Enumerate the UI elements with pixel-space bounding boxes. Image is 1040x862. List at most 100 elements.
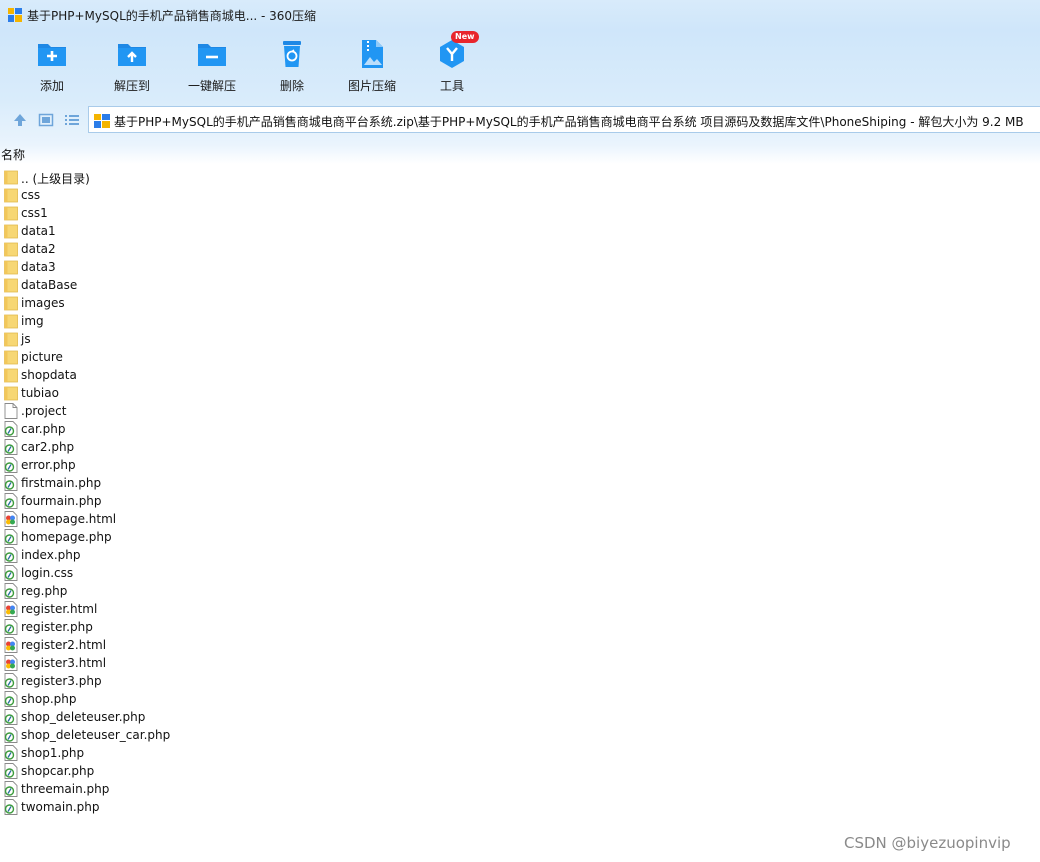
php-file-icon (4, 763, 18, 779)
file-name: css (21, 188, 41, 202)
file-row[interactable]: .project (0, 402, 1040, 420)
tools-button[interactable]: 工具 (412, 36, 492, 98)
file-row[interactable]: threemain.php (0, 780, 1040, 798)
list-view-icon[interactable] (64, 112, 80, 128)
file-name: dataBase (21, 278, 78, 292)
file-name: shopcar.php (21, 764, 95, 778)
add-folder-icon (38, 44, 66, 66)
file-row[interactable]: data1 (0, 222, 1040, 240)
file-row[interactable]: register3.html (0, 654, 1040, 672)
file-row[interactable]: img (0, 312, 1040, 330)
file-row[interactable]: reg.php (0, 582, 1040, 600)
watermark: CSDN @biyezuopinvip (844, 834, 1011, 852)
address-bar[interactable]: 基于PHP+MySQL的手机产品销售商城电商平台系统.zip\基于PHP+MyS… (88, 106, 1040, 133)
file-name: data1 (21, 224, 56, 238)
file-name: threemain.php (21, 782, 110, 796)
file-name: css1 (21, 206, 48, 220)
file-row[interactable]: css (0, 186, 1040, 204)
folder-icon (4, 241, 18, 257)
toolbar: 添加 解压到 一键解压 删除 图片压缩 工具 New (0, 31, 1040, 100)
file-name: twomain.php (21, 800, 100, 814)
delete-icon (283, 41, 301, 67)
folder-icon (4, 313, 18, 329)
file-row[interactable]: images (0, 294, 1040, 312)
archive-icon (94, 114, 110, 128)
file-name: images (21, 296, 65, 310)
file-row[interactable]: shop.php (0, 690, 1040, 708)
php-file-icon (4, 691, 18, 707)
file-row[interactable]: shop_deleteuser.php (0, 708, 1040, 726)
file-name: picture (21, 350, 63, 364)
file-row[interactable]: shop_deleteuser_car.php (0, 726, 1040, 744)
file-name: shop.php (21, 692, 77, 706)
file-row[interactable]: data3 (0, 258, 1040, 276)
file-row[interactable]: error.php (0, 456, 1040, 474)
file-row[interactable]: js (0, 330, 1040, 348)
file-row[interactable]: shop1.php (0, 744, 1040, 762)
extract-to-icon (118, 44, 146, 66)
file-row[interactable]: css1 (0, 204, 1040, 222)
file-name: register2.html (21, 638, 107, 652)
tools-label: 工具 (439, 79, 464, 93)
file-name: tubiao (21, 386, 59, 400)
file-name: shop_deleteuser_car.php (21, 728, 171, 742)
add-button[interactable]: 添加 (12, 36, 92, 98)
file-row[interactable]: login.css (0, 564, 1040, 582)
image-compress-icon (362, 40, 383, 68)
file-list: .. (上级目录) css css1 data1 data2 data3 dataBase i… (0, 168, 1040, 816)
up-level-icon[interactable] (12, 112, 28, 128)
php-file-icon (4, 565, 18, 581)
php-file-icon (4, 475, 18, 491)
extract-to-label: 解压到 (113, 79, 150, 93)
php-file-icon (4, 745, 18, 761)
php-file-icon (4, 421, 18, 437)
file-row[interactable]: .. (上级目录) (0, 168, 1040, 186)
extract-to-button[interactable]: 解压到 (92, 36, 172, 98)
file-row[interactable]: car.php (0, 420, 1040, 438)
file-name: img (21, 314, 44, 328)
file-name: register.php (21, 620, 93, 634)
file-row[interactable]: register2.html (0, 636, 1040, 654)
delete-button[interactable]: 删除 (252, 36, 332, 98)
folder-icon (4, 223, 18, 239)
file-row[interactable]: car2.php (0, 438, 1040, 456)
php-file-icon (4, 619, 18, 635)
file-row[interactable]: shopcar.php (0, 762, 1040, 780)
file-row[interactable]: firstmain.php (0, 474, 1040, 492)
php-file-icon (4, 709, 18, 725)
file-row[interactable]: register.php (0, 618, 1040, 636)
file-name: homepage.html (21, 512, 117, 526)
html-file-icon (4, 637, 18, 653)
folder-icon (4, 349, 18, 365)
file-row[interactable]: picture (0, 348, 1040, 366)
file-name: reg.php (21, 584, 68, 598)
file-row[interactable]: tubiao (0, 384, 1040, 402)
php-file-icon (4, 727, 18, 743)
file-name: index.php (21, 548, 81, 562)
file-row[interactable]: index.php (0, 546, 1040, 564)
file-name: .. (上级目录) (21, 172, 90, 186)
file-name: car2.php (21, 440, 75, 454)
file-row[interactable]: homepage.html (0, 510, 1040, 528)
html-file-icon (4, 601, 18, 617)
file-row[interactable]: data2 (0, 240, 1040, 258)
file-row[interactable]: dataBase (0, 276, 1040, 294)
file-name: firstmain.php (21, 476, 102, 490)
file-row[interactable]: register.html (0, 600, 1040, 618)
one-click-extract-button[interactable]: 一键解压 (172, 36, 252, 98)
file-row[interactable]: register3.php (0, 672, 1040, 690)
thumbnail-view-icon[interactable] (38, 112, 54, 128)
address-path: 基于PHP+MySQL的手机产品销售商城电商平台系统.zip\基于PHP+MyS… (114, 115, 1024, 129)
file-name: shopdata (21, 368, 77, 382)
file-row[interactable]: homepage.php (0, 528, 1040, 546)
file-row[interactable]: fourmain.php (0, 492, 1040, 510)
file-row[interactable]: shopdata (0, 366, 1040, 384)
folder-icon (4, 385, 18, 401)
file-name: error.php (21, 458, 76, 472)
file-name: login.css (21, 566, 74, 580)
image-compress-button[interactable]: 图片压缩 (332, 36, 412, 98)
file-row[interactable]: twomain.php (0, 798, 1040, 816)
column-header-name[interactable]: 名称 (1, 146, 25, 163)
folder-icon (4, 205, 18, 221)
add-label: 添加 (39, 79, 64, 93)
